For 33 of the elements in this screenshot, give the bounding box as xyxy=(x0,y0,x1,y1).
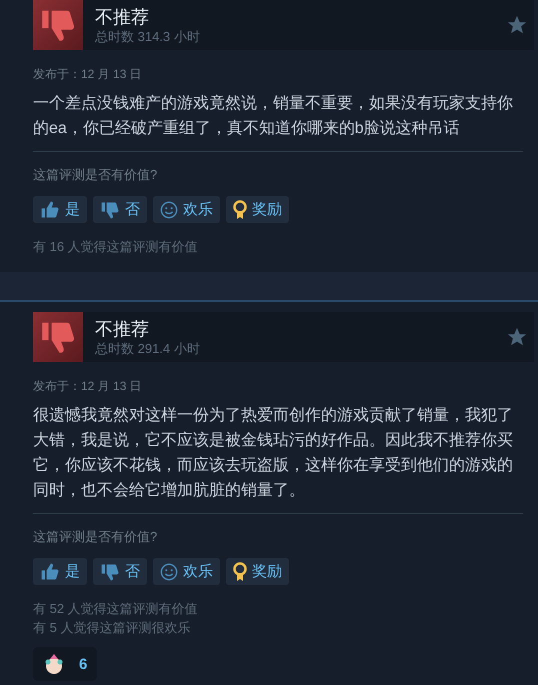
award-icon xyxy=(43,653,65,675)
verdict-label: 不推荐 xyxy=(95,6,150,28)
thumbs-down-icon xyxy=(100,562,120,582)
vote-button[interactable]: 欢乐 xyxy=(153,196,220,223)
vote-count: 有 5 人觉得这篇评测很欢乐 xyxy=(33,619,192,637)
playtime-label: 总时数 314.3 小时 xyxy=(95,28,201,44)
verdict-label: 不推荐 xyxy=(95,318,150,340)
smiley-icon xyxy=(160,562,178,580)
thumbs-up-icon xyxy=(40,200,60,220)
thumbs-up-icon xyxy=(40,562,60,582)
vote-button[interactable]: 是 xyxy=(33,558,87,585)
vote-button[interactable]: 是 xyxy=(33,196,87,223)
playtime-label: 总时数 291.4 小时 xyxy=(95,340,201,356)
vote-button[interactable]: 否 xyxy=(93,196,147,223)
helpful-prompt: 这篇评测是否有价值? xyxy=(33,166,158,184)
review-text: 一个差点没钱难产的游戏竟然说，销量不重要，如果没有玩家支持你的ea，你已经破产重组了，真不知道你哪来的b脸说这种吊话 xyxy=(33,91,523,152)
star-icon[interactable] xyxy=(506,14,528,36)
vote-count: 有 52 人觉得这篇评测有价值 xyxy=(33,600,199,618)
smiley-icon xyxy=(160,200,178,218)
vote-button[interactable]: 欢乐 xyxy=(153,558,220,585)
star-icon[interactable] xyxy=(506,326,528,348)
vote-button[interactable]: 否 xyxy=(93,558,147,585)
vote-button[interactable]: 奖励 xyxy=(226,196,289,223)
award-icon xyxy=(233,562,247,582)
review-text: 很遗憾我竟然对这样一份为了热爱而创作的游戏贡献了销量，我犯了大错，我是说，它不应该是被金钱玷污的好作品。因此我不推荐你买它，你应该不花钱，而应该去玩盗版，这样你在享受到他们的游戏的同时，也不会给它增加肮脏的销量了。 xyxy=(33,403,523,514)
vote-button[interactable]: 奖励 xyxy=(226,558,289,585)
award-icon xyxy=(233,200,247,220)
posted-date: 发布于：12 月 13 日 xyxy=(33,378,143,395)
award-count: 6 xyxy=(79,656,88,672)
thumbs-down-icon xyxy=(100,200,120,220)
vote-count: 有 16 人觉得这篇评测有价值 xyxy=(33,238,199,256)
helpful-prompt: 这篇评测是否有价值? xyxy=(33,528,158,546)
posted-date: 发布于：12 月 13 日 xyxy=(33,66,143,83)
